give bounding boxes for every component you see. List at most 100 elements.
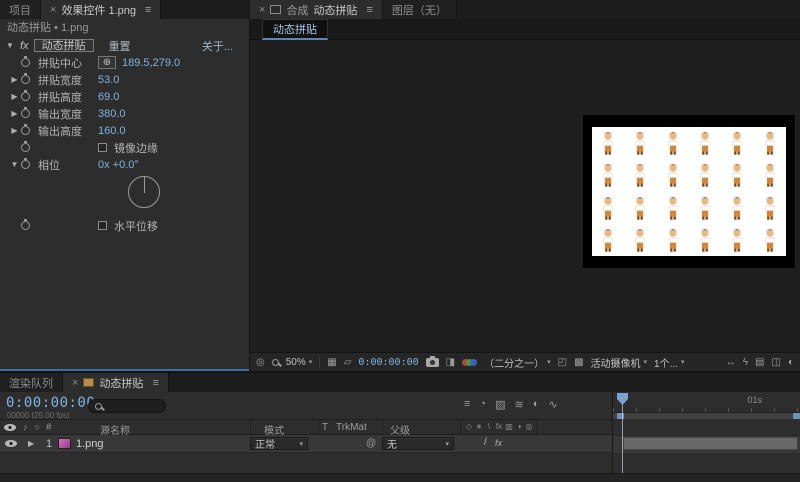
tiled-character-sprite: [754, 224, 786, 256]
camera-view-dropdown[interactable]: 活动摄像机 ▾: [591, 355, 648, 370]
search-input[interactable]: [106, 400, 159, 412]
work-area-bar[interactable]: [613, 413, 800, 419]
magnification-dropdown[interactable]: 50% ▾: [286, 357, 313, 368]
draft-3d-icon[interactable]: ◔: [479, 398, 486, 411]
close-icon[interactable]: ×: [72, 377, 78, 389]
preview-icon[interactable]: ◎: [256, 357, 265, 368]
layer-duration-bar[interactable]: [623, 437, 798, 450]
tab-effect-controls[interactable]: × 效果控件 1.png ≡: [41, 0, 162, 19]
view-layout-dropdown[interactable]: 1个... ▾: [654, 355, 684, 370]
phase-dial[interactable]: [128, 176, 160, 208]
timeline-button-icon[interactable]: ▤: [755, 357, 764, 368]
composition-nav-chip[interactable]: 动态拼贴: [262, 18, 328, 40]
chevron-down-icon: ▾: [643, 359, 648, 366]
panel-menu-icon[interactable]: ≡: [366, 4, 372, 16]
show-snapshot-icon[interactable]: ◨: [446, 357, 455, 368]
property-value[interactable]: 0x +0.0°: [98, 159, 139, 171]
timeline-scrollbar-strip[interactable]: [0, 473, 800, 482]
panel-menu-icon[interactable]: ≡: [145, 4, 151, 16]
motion-blur-icon[interactable]: ◐: [533, 398, 540, 411]
timeline-track-area[interactable]: 01s: [612, 392, 800, 482]
property-value[interactable]: 380.0: [98, 108, 126, 120]
twirl-right-icon[interactable]: ▶: [8, 126, 21, 135]
twirl-right-icon[interactable]: ▶: [8, 75, 21, 84]
effect-controls-panel: 项目 × 效果控件 1.png ≡ 动态拼贴 • 1.png ▼ fx 动态拼贴…: [0, 0, 249, 371]
stopwatch-icon[interactable]: [21, 90, 30, 101]
twirl-down-icon[interactable]: ▼: [8, 160, 21, 169]
zoom-tool-icon[interactable]: [271, 358, 279, 366]
viewer-current-time[interactable]: 0:00:00:00: [358, 357, 418, 368]
twirl-right-icon[interactable]: ▶: [8, 109, 21, 118]
close-icon[interactable]: ×: [259, 4, 265, 16]
tab-composition[interactable]: × 合成 动态拼贴 ≡: [250, 0, 383, 19]
tab-render-queue[interactable]: 渲染队列: [0, 373, 63, 392]
flowchart-icon[interactable]: ◫: [772, 357, 781, 368]
quality-switch[interactable]: /: [484, 437, 487, 448]
tab-layer[interactable]: 图层（无）: [382, 0, 457, 19]
property-value[interactable]: 69.0: [98, 91, 119, 103]
crosshair-target-icon[interactable]: ⊕: [98, 56, 116, 69]
column-trkmat[interactable]: TrkMat: [336, 422, 367, 433]
magnifier-icon: [271, 358, 279, 366]
show-channel-icon[interactable]: [462, 358, 478, 366]
twirl-right-icon[interactable]: ▶: [8, 92, 21, 101]
snapshot-camera-icon[interactable]: [425, 355, 439, 367]
fx-badge[interactable]: fx: [20, 40, 29, 52]
column-divider: [382, 420, 383, 434]
pixel-aspect-icon[interactable]: ↔: [726, 357, 736, 368]
blend-mode-dropdown[interactable]: 正常 ▾: [250, 437, 308, 451]
current-time-field[interactable]: 0:00:00:00: [6, 395, 95, 411]
timeline-left-section: 0:00:00:00 00000 (25.00 fps) ≡ ◔ ▧ ≋ ◐ ∿ ♪ ○ …: [0, 392, 612, 482]
checkbox[interactable]: [98, 143, 107, 152]
stopwatch-icon[interactable]: [21, 141, 30, 152]
column-number: #: [46, 422, 52, 433]
rgb-circles-icon: [462, 358, 478, 366]
tab-project[interactable]: 项目: [0, 0, 41, 19]
composition-viewer[interactable]: [250, 40, 800, 352]
reset-button[interactable]: 重置: [109, 38, 131, 54]
tiled-character-sprite: [754, 192, 786, 224]
region-of-interest-icon[interactable]: ◰: [558, 357, 567, 368]
property-value[interactable]: 160.0: [98, 125, 126, 137]
about-button[interactable]: 关于...: [202, 38, 233, 54]
hide-shy-icon[interactable]: ▧: [495, 398, 505, 411]
time-ruler[interactable]: 01s: [613, 392, 800, 413]
panel-menu-icon[interactable]: ≡: [152, 377, 158, 389]
grid-options-icon[interactable]: ▦: [327, 357, 336, 368]
stopwatch-icon[interactable]: [21, 73, 30, 84]
frame-blend-icon[interactable]: ≋: [514, 398, 523, 411]
fast-previews-icon[interactable]: ϟ: [743, 357, 748, 368]
work-area-end-handle[interactable]: [793, 413, 800, 419]
layer-visibility-eye-icon[interactable]: [5, 440, 17, 447]
twirl-right-icon[interactable]: ▶: [28, 439, 34, 448]
parent-pickwhip-icon[interactable]: @: [366, 438, 376, 449]
property-value-cell: 53.0: [98, 74, 119, 86]
stopwatch-icon[interactable]: [21, 124, 30, 135]
transparency-grid-icon[interactable]: ▩: [574, 357, 583, 368]
search-box[interactable]: [88, 399, 166, 413]
stopwatch-icon[interactable]: [21, 56, 30, 67]
graph-editor-icon[interactable]: ∿: [548, 398, 557, 411]
property-value[interactable]: 53.0: [98, 74, 119, 86]
motion-blur-col-icon: ◑: [516, 422, 522, 431]
property-value[interactable]: 189.5,279.0: [122, 57, 180, 69]
composition-mini-flowchart-icon[interactable]: ≡: [464, 398, 470, 411]
parent-dropdown[interactable]: 无 ▾: [382, 437, 454, 451]
mask-visibility-icon[interactable]: ▱: [344, 357, 352, 368]
exposure-icon[interactable]: ◐: [788, 357, 794, 368]
layer-row[interactable]: ▶ 1 1.png 正常 ▾ @ 无 ▾ / fx: [0, 435, 612, 453]
stopwatch-icon[interactable]: [21, 158, 30, 169]
stopwatch-icon[interactable]: [21, 107, 30, 118]
resolution-dropdown[interactable]: （二分之一） ▾: [484, 355, 551, 370]
close-icon[interactable]: ×: [50, 4, 56, 16]
property-label: 拼贴宽度: [38, 74, 82, 87]
stopwatch-icon[interactable]: [21, 219, 30, 230]
checkbox[interactable]: [98, 221, 107, 230]
twirl-down-icon[interactable]: ▼: [5, 41, 15, 50]
layer-name[interactable]: 1.png: [76, 438, 104, 450]
effects-switch[interactable]: fx: [495, 438, 502, 448]
effect-name[interactable]: 动态拼贴: [33, 39, 94, 52]
tab-timeline-comp[interactable]: × 动态拼贴 ≡: [63, 373, 169, 392]
tab-composition-prefix: 合成: [286, 4, 309, 17]
tiled-character-sprite: [721, 192, 753, 224]
